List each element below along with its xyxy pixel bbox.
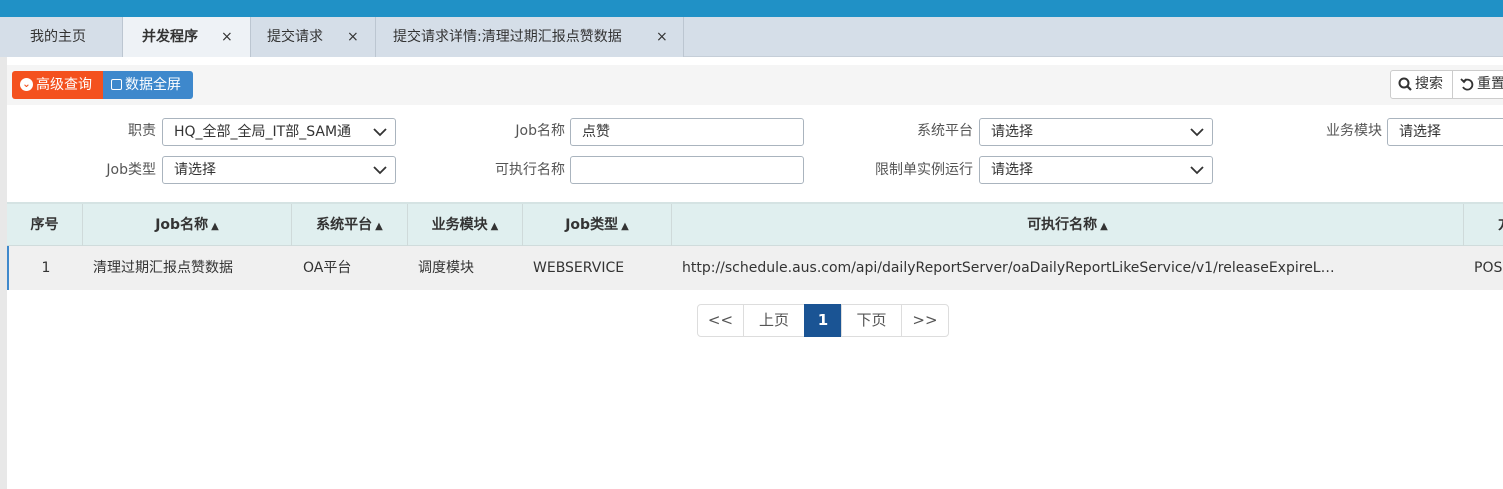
column-header-exec-name[interactable]: 可执行名称 ▲︎ [672,204,1464,246]
close-icon[interactable]: × [221,17,233,57]
duty-select[interactable]: HQ_全部_全局_IT部_SAM通 [162,118,396,146]
cell-job-type: WEBSERVICE [533,260,625,276]
job-name-value: 点赞 [582,124,610,140]
column-label: 可执行名称 [1027,217,1098,233]
tab-label: 并发程序 [142,29,198,45]
chevron-down-icon [373,119,387,145]
chevron-down-icon [1190,119,1204,145]
advanced-query-button[interactable]: ⌄ 高级查询 [12,71,103,99]
column-label: 序号 [30,217,59,233]
first-page-button[interactable]: << [697,304,744,337]
sort-icon[interactable]: ▲︎ [491,221,499,232]
prev-page-button[interactable]: 上页 [743,304,805,337]
advanced-query-label: 高级查询 [36,77,92,93]
tab-label: 我的主页 [30,29,86,45]
tab-bar: 我的主页 并发程序 × 提交请求 × 提交请求详情:清理过期汇报点赞数据 × [0,17,1503,57]
tab-request-detail[interactable]: 提交请求详情:清理过期汇报点赞数据 × [376,17,684,57]
column-header-module[interactable]: 业务模块 ▲︎ [408,204,523,246]
column-header-platform[interactable]: 系统平台 ▲︎ [292,204,408,246]
undo-icon [1460,71,1474,108]
platform-label: 系统平台 [917,123,973,139]
last-page-button[interactable]: >> [901,304,949,337]
cell-method: POS [1474,260,1503,276]
single-instance-label: 限制单实例运行 [875,162,973,178]
close-icon[interactable]: × [347,17,359,57]
exec-name-input[interactable] [570,156,804,184]
cell-exec-name: http://schedule.aus.com/api/dailyReportS… [682,260,1335,276]
column-header-job-name[interactable]: Job名称 ▲︎ [83,204,292,246]
left-edge [0,57,7,489]
chevron-down-circle-icon: ⌄ [20,78,33,91]
duty-value: HQ_全部_全局_IT部_SAM通 [174,124,352,140]
column-header-method[interactable]: 方 [1464,204,1503,246]
tab-home[interactable]: 我的主页 [0,17,123,57]
duty-label: 职责 [128,123,156,139]
current-page-button[interactable]: 1 [804,304,842,337]
job-name-input[interactable]: 点赞 [570,118,804,146]
platform-value: 请选择 [991,124,1033,140]
fullscreen-button[interactable]: 数据全屏 [103,71,193,99]
column-label: 业务模块 [431,217,488,233]
module-label: 业务模块 [1326,123,1382,139]
reset-button[interactable]: 重置 [1452,70,1503,99]
table-row[interactable]: 1 清理过期汇报点赞数据 OA平台 调度模块 WEBSERVICE http:/… [7,246,1503,290]
job-name-label: Job名称 [515,123,565,139]
next-page-button[interactable]: 下页 [841,304,902,337]
column-label: Job名称 [155,217,209,233]
tab-concurrent-programs[interactable]: 并发程序 × [123,17,251,57]
column-header-index: 序号 [7,204,83,246]
tab-submit-request[interactable]: 提交请求 × [251,17,376,57]
exec-name-label: 可执行名称 [495,162,565,178]
column-label: 系统平台 [316,217,373,233]
square-icon [111,79,122,90]
sort-icon[interactable]: ▲︎ [211,221,219,232]
chevron-down-icon [1190,157,1204,183]
column-label: 方 [1498,217,1503,233]
reset-label: 重置 [1477,76,1503,92]
column-label: Job类型 [565,217,619,233]
single-instance-select[interactable]: 请选择 [979,156,1213,184]
toolbar [7,65,1503,105]
search-label: 搜索 [1415,76,1443,92]
cell-index: 1 [41,260,51,276]
platform-select[interactable]: 请选择 [979,118,1213,146]
tab-label: 提交请求详情:清理过期汇报点赞数据 [393,29,622,45]
search-icon [1398,71,1412,108]
sort-icon[interactable]: ▲︎ [375,221,383,232]
top-banner [0,0,1503,17]
column-header-job-type[interactable]: Job类型 ▲︎ [523,204,672,246]
chevron-down-icon [373,157,387,183]
cell-platform: OA平台 [303,260,352,276]
tab-label: 提交请求 [267,29,323,45]
fullscreen-label: 数据全屏 [125,77,181,93]
single-instance-value: 请选择 [991,162,1033,178]
sort-icon[interactable]: ▲︎ [1100,221,1108,232]
cell-job-name: 清理过期汇报点赞数据 [93,260,233,276]
close-icon[interactable]: × [656,17,668,57]
search-button[interactable]: 搜索 [1390,70,1453,99]
cell-module: 调度模块 [418,260,474,276]
module-value: 请选择 [1399,124,1441,140]
table-header: 序号 Job名称 ▲︎ 系统平台 ▲︎ 业务模块 ▲︎ Job类型 ▲︎ 可执行名称 ▲︎… [7,202,1503,246]
job-type-select[interactable]: 请选择 [162,156,396,184]
sort-icon[interactable]: ▲︎ [621,221,629,232]
job-type-label: Job类型 [106,162,156,178]
job-type-value: 请选择 [174,162,216,178]
module-select[interactable]: 请选择 [1387,118,1503,146]
